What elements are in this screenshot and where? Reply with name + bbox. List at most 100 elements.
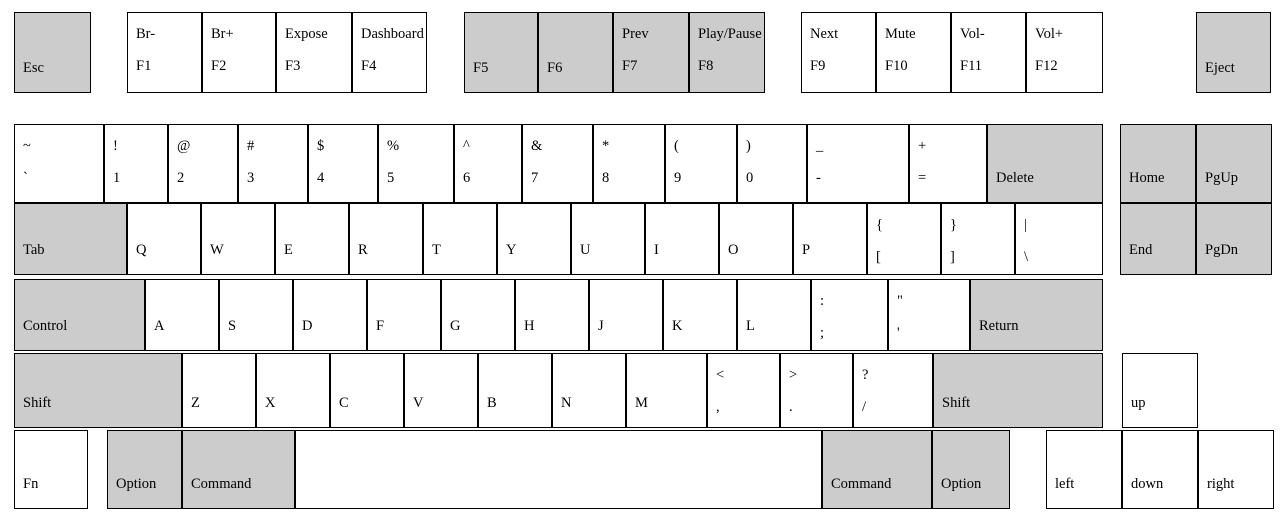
key-letter-n[interactable]: N [552,353,626,428]
key-digit-8[interactable]: * 8 [593,124,665,203]
key-arrow-up[interactable]: up [1122,353,1198,428]
key-f12[interactable]: Vol+ F12 [1026,12,1103,93]
key-shift-right[interactable]: Shift [933,353,1103,428]
key-digit-7[interactable]: & 7 [522,124,593,203]
key-digit-1[interactable]: ! 1 [104,124,168,203]
key-bracket-left[interactable]: {[ [867,203,941,275]
key-digit-0[interactable]: ) 0 [737,124,807,203]
key-f11[interactable]: Vol- F11 [951,12,1026,93]
key-slash-label: / [862,399,867,415]
key-letter-p[interactable]: P [793,203,867,275]
key-f6[interactable]: F6 [538,12,613,93]
key-f1-label: F1 [136,58,152,74]
key-letter-z[interactable]: Z [182,353,256,428]
key-f2-shift-label: Br+ [211,26,234,42]
key-fn[interactable]: Fn [14,430,88,509]
key-letter-v[interactable]: V [404,353,478,428]
key-f10[interactable]: Mute F10 [876,12,951,93]
key-backtick[interactable]: ~ ` [14,124,104,203]
key-option-right[interactable]: Option [932,430,1010,509]
key-quote[interactable]: " ' [888,279,970,351]
key-digit-4[interactable]: $4 [308,124,378,203]
key-delete[interactable]: Delete [987,124,1103,203]
key-space[interactable] [295,430,822,509]
key-digit-9-label: 9 [674,170,682,186]
key-arrow-up-label: up [1131,394,1146,411]
key-semicolon[interactable]: :; [811,279,888,351]
key-return[interactable]: Return [970,279,1103,351]
key-shift-left[interactable]: Shift [14,353,182,428]
key-control[interactable]: Control [14,279,145,351]
key-f2[interactable]: Br+ F2 [202,12,276,93]
key-letter-m-label: M [635,394,648,411]
key-comma[interactable]: <, [707,353,780,428]
key-f4[interactable]: Dashboard F4 [352,12,427,93]
key-letter-b[interactable]: B [478,353,552,428]
key-letter-s-label: S [228,317,237,334]
key-digit-6[interactable]: ^ 6 [454,124,522,203]
key-arrow-down[interactable]: down [1122,430,1198,509]
key-letter-h[interactable]: H [515,279,589,351]
key-period-label: . [789,399,793,415]
key-digit-2[interactable]: @2 [168,124,238,203]
key-letter-g[interactable]: G [441,279,515,351]
key-letter-d[interactable]: D [293,279,367,351]
key-letter-f[interactable]: F [367,279,441,351]
key-f10-shift-label: Mute [885,26,916,42]
key-equals[interactable]: + = [909,124,987,203]
key-bracket-right[interactable]: }] [941,203,1015,275]
key-letter-c[interactable]: C [330,353,404,428]
key-f9[interactable]: Next F9 [801,12,876,93]
key-letter-l[interactable]: L [737,279,811,351]
key-minus[interactable]: _ - [807,124,909,203]
key-letter-o[interactable]: O [719,203,793,275]
key-f11-shift-label: Vol- [960,26,985,42]
key-home[interactable]: Home [1120,124,1196,203]
key-letter-i[interactable]: I [645,203,719,275]
key-eject[interactable]: Eject [1196,12,1271,93]
key-letter-j[interactable]: J [589,279,663,351]
key-arrow-left[interactable]: left [1046,430,1122,509]
key-pgup[interactable]: PgUp [1196,124,1272,203]
key-option-left[interactable]: Option [107,430,182,509]
key-letter-u[interactable]: U [571,203,645,275]
key-f7[interactable]: Prev F7 [613,12,689,93]
key-f8[interactable]: Play/Pause F8 [689,12,765,93]
key-letter-t[interactable]: T [423,203,497,275]
key-end[interactable]: End [1120,203,1196,275]
key-letter-x[interactable]: X [256,353,330,428]
key-letter-s[interactable]: S [219,279,293,351]
key-digit-1-shift-label: ! [113,138,118,154]
key-letter-h-label: H [524,317,535,334]
key-digit-8-label: 8 [602,170,610,186]
key-period[interactable]: >. [780,353,853,428]
key-backslash[interactable]: | \ [1015,203,1103,275]
key-command-right[interactable]: Command [822,430,932,509]
key-letter-m[interactable]: M [626,353,707,428]
key-esc[interactable]: Esc [14,12,91,93]
key-letter-z-label: Z [191,394,200,411]
key-tab[interactable]: Tab [14,203,127,275]
key-f2-label: F2 [211,58,227,74]
key-slash[interactable]: ? / [853,353,933,428]
key-letter-y[interactable]: Y [497,203,571,275]
key-letter-w[interactable]: W [201,203,275,275]
key-letter-q[interactable]: Q [127,203,201,275]
key-command-left[interactable]: Command [182,430,295,509]
key-digit-0-shift-label: ) [746,138,751,154]
key-pgdn[interactable]: PgDn [1196,203,1272,275]
key-digit-5[interactable]: % 5 [378,124,454,203]
key-letter-r[interactable]: R [349,203,423,275]
key-home-label: Home [1129,169,1165,186]
key-f5[interactable]: F5 [464,12,538,93]
key-f3[interactable]: Expose F3 [276,12,352,93]
key-f8-label: F8 [698,58,714,74]
key-arrow-right[interactable]: right [1198,430,1274,509]
key-f1[interactable]: Br- F1 [127,12,202,93]
key-shift-right-label: Shift [942,394,971,411]
key-digit-9[interactable]: (9 [665,124,737,203]
key-letter-a[interactable]: A [145,279,219,351]
key-digit-3[interactable]: #3 [238,124,308,203]
key-letter-e[interactable]: E [275,203,349,275]
key-letter-k[interactable]: K [663,279,737,351]
